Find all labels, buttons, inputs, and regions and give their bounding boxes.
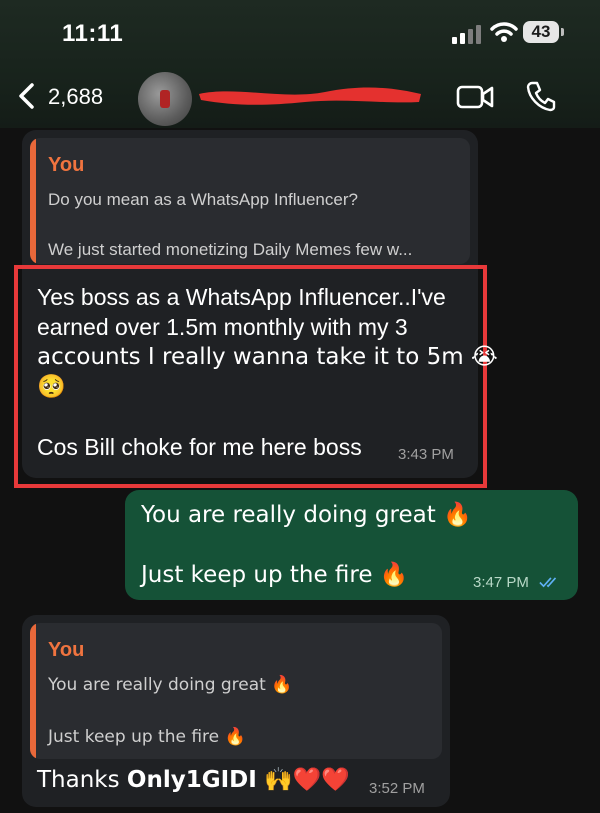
quote-text: We just started monetizing Daily Memes f…: [48, 240, 413, 259]
battery-level: 43: [523, 21, 559, 43]
status-time: 11:11: [62, 20, 124, 47]
quote-text: Just keep up the fire 🔥: [48, 727, 246, 747]
quoted-message[interactable]: You Do you mean as a WhatsApp Influencer…: [30, 138, 470, 264]
signal-icon: [452, 25, 481, 44]
back-chevron-icon[interactable]: [16, 82, 38, 110]
message-emoji: 🙌❤️❤️: [256, 767, 351, 793]
quoted-message[interactable]: You You are really doing great 🔥 Just ke…: [30, 623, 442, 759]
battery-indicator: 43: [523, 21, 565, 45]
message-timestamp: 3:43 PM: [398, 446, 454, 463]
message-line: 🥺: [37, 374, 66, 400]
quote-author: You: [48, 154, 85, 176]
message-line: earned over 1.5m monthly with my 3: [37, 314, 408, 340]
message-line: Thanks Only1GIDI 🙌❤️❤️: [37, 765, 350, 795]
message-line: Yes boss as a WhatsApp Influencer..I've: [37, 284, 446, 310]
quote-author: You: [48, 639, 85, 661]
outgoing-message[interactable]: You are really doing great 🔥 Just keep u…: [125, 490, 578, 600]
message-timestamp: 3:52 PM: [369, 780, 425, 797]
phone-call-icon[interactable]: [526, 80, 556, 112]
double-check-icon: [539, 577, 557, 588]
incoming-message[interactable]: You You are really doing great 🔥 Just ke…: [22, 615, 450, 807]
message-line: Just keep up the fire 🔥: [141, 562, 409, 588]
chat-header: 11:11 43 2,688: [0, 0, 600, 128]
message-line: Cos Bill choke for me here boss: [37, 434, 362, 460]
back-unread-count[interactable]: 2,688: [48, 84, 103, 110]
message-text: Thanks: [37, 767, 127, 793]
message-line: accounts I really wanna take it to 5m 😭: [37, 344, 498, 370]
mentioned-name: Only1GIDI: [126, 767, 257, 793]
redacted-contact-name: [199, 87, 421, 105]
wifi-icon: [490, 22, 518, 42]
video-call-icon[interactable]: [456, 84, 494, 110]
quote-text: You are really doing great 🔥: [48, 675, 293, 695]
message-line: You are really doing great 🔥: [141, 502, 472, 528]
quote-text: Do you mean as a WhatsApp Influencer?: [48, 190, 358, 209]
message-timestamp: 3:47 PM: [473, 574, 529, 591]
contact-avatar[interactable]: [138, 72, 192, 126]
